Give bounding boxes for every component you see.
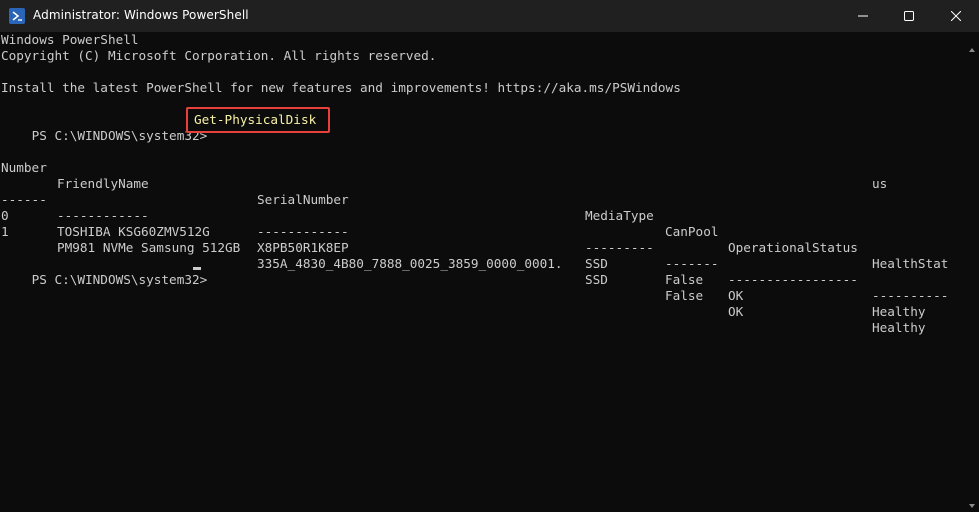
table-header-row: Number FriendlyName SerialNumber MediaTy… bbox=[1, 144, 979, 271]
prompt-text: PS C:\WINDOWS\system32> bbox=[31, 272, 208, 287]
cell-health-status: Healthy bbox=[872, 304, 926, 319]
separator-can-pool: ------- bbox=[665, 256, 719, 271]
cell-serial-number: 335A_4830_4B80_7888_0025_3859_0000_0001. bbox=[257, 256, 563, 271]
cell-can-pool: False bbox=[665, 288, 704, 303]
command-highlight: Get-PhysicalDisk bbox=[186, 107, 330, 133]
separator-health-status: ---------- bbox=[872, 288, 949, 303]
vertical-scrollbar[interactable] bbox=[969, 40, 975, 504]
cell-friendly-name: TOSHIBA KSG60ZMV512G bbox=[57, 224, 210, 239]
minimize-button[interactable] bbox=[840, 0, 886, 32]
header-can-pool: CanPool bbox=[665, 224, 719, 239]
separator-serial-number: ------------ bbox=[257, 224, 349, 239]
command-text: Get-PhysicalDisk bbox=[194, 112, 317, 127]
table-separator-row: ------ ------------ ------------ -------… bbox=[1, 176, 979, 303]
prompt-line-1: PS C:\WINDOWS\system32> bbox=[1, 112, 208, 143]
scroll-down-icon bbox=[969, 504, 975, 508]
text-cursor bbox=[193, 267, 201, 270]
cell-media-type: SSD bbox=[585, 272, 608, 287]
header-health-status: HealthStat bbox=[872, 256, 949, 271]
powershell-icon bbox=[9, 8, 25, 24]
title-bar[interactable]: Administrator: Windows PowerShell bbox=[0, 0, 979, 32]
table-row: 1 PM981 NVMe Samsung 512GB 335A_4830_4B8… bbox=[1, 208, 979, 335]
close-icon bbox=[951, 11, 961, 21]
banner-line-3: Install the latest PowerShell for new fe… bbox=[1, 80, 681, 95]
maximize-icon bbox=[904, 11, 914, 21]
close-button[interactable] bbox=[933, 0, 979, 32]
banner-line-1: Windows PowerShell bbox=[1, 32, 139, 47]
scroll-down-button[interactable] bbox=[969, 496, 975, 512]
cell-can-pool: False bbox=[665, 272, 704, 287]
maximize-button[interactable] bbox=[886, 0, 932, 32]
cell-operational-status: OK bbox=[728, 288, 744, 303]
prompt-line-2: PS C:\WINDOWS\system32> bbox=[1, 256, 208, 287]
cell-friendly-name: PM981 NVMe Samsung 512GB bbox=[57, 240, 241, 255]
separator-media-type: --------- bbox=[585, 240, 654, 255]
table-header-wrap-row: us bbox=[1, 160, 979, 191]
header-operational-status: OperationalStatus bbox=[728, 240, 858, 255]
minimize-icon bbox=[858, 15, 868, 17]
cell-health-status: Healthy bbox=[872, 320, 926, 335]
window-title: Administrator: Windows PowerShell bbox=[33, 8, 249, 22]
console-output[interactable]: Windows PowerShell Copyright (C) Microso… bbox=[0, 32, 979, 512]
prompt-text: PS C:\WINDOWS\system32> bbox=[31, 128, 208, 143]
cell-serial-number: X8PB50R1K8EP bbox=[257, 240, 349, 255]
table-row: 0 TOSHIBA KSG60ZMV512G X8PB50R1K8EP SSD … bbox=[1, 192, 979, 319]
banner-line-2: Copyright (C) Microsoft Corporation. All… bbox=[1, 48, 437, 63]
cell-operational-status: OK bbox=[728, 304, 744, 319]
cell-media-type: SSD bbox=[585, 256, 608, 271]
separator-operational-status: ----------------- bbox=[728, 272, 858, 287]
cell-number: 1 bbox=[1, 224, 9, 239]
